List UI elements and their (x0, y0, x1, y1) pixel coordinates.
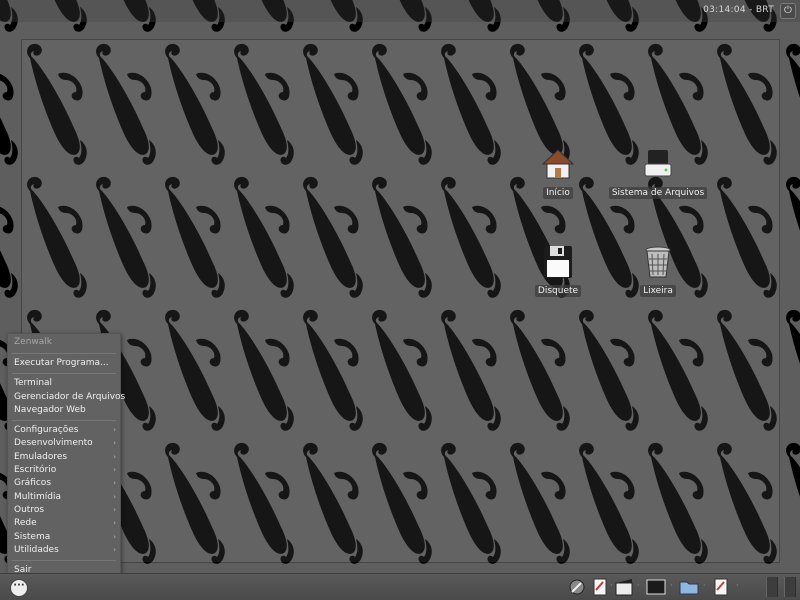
text-editor-icon[interactable] (590, 577, 610, 597)
desktop-icon-floppy[interactable]: Disquete (508, 244, 608, 297)
submenu-arrow-icon: › (113, 519, 116, 528)
separator-dot: · (670, 581, 673, 590)
desktop-icon-home[interactable]: Início (508, 146, 608, 199)
menu-item-graphics[interactable]: Gráficos › (8, 477, 120, 490)
menu-item-web-browser[interactable]: Navegador Web (8, 404, 120, 417)
menu-item-utilities[interactable]: Utilidades › (8, 544, 120, 557)
desktop-icon-trash[interactable]: Lixeira (608, 244, 708, 297)
menu-item-label: Utilidades (14, 544, 59, 555)
floppy-disk-icon (544, 246, 572, 278)
menu-item-office[interactable]: Escritório › (8, 464, 120, 477)
video-player-icon[interactable] (614, 577, 634, 597)
top-bar: 03:14:04 - BRT ⏻ (0, 0, 800, 22)
menu-item-label: Sistema (14, 531, 51, 542)
menu-item-run[interactable]: Executar Programa... (8, 357, 120, 370)
menu-item-file-manager[interactable]: Gerenciador de Arquivos (8, 391, 125, 404)
document-editor-icon[interactable] (711, 577, 731, 597)
desktop-icon-label: Disquete (534, 285, 582, 297)
menu-separator (12, 373, 116, 375)
separator-dot: · (703, 581, 706, 590)
submenu-arrow-icon: › (113, 492, 116, 501)
submenu-arrow-icon: › (113, 452, 116, 461)
bottom-panel: ··· · · · · · (0, 573, 800, 600)
menu-item-label: Emuladores (14, 451, 68, 462)
start-menu-button[interactable]: ··· (10, 579, 28, 597)
menu-item-label: Escritório (14, 465, 57, 476)
filesystem-drive-icon (644, 150, 672, 177)
menu-item-settings[interactable]: Configurações › (8, 424, 120, 437)
submenu-arrow-icon: › (113, 439, 116, 448)
menu-title: Zenwalk (14, 337, 52, 347)
power-icon[interactable]: ⏻ (780, 3, 796, 19)
desktop-icon-label: Início (543, 187, 573, 199)
menu-separator (12, 420, 116, 422)
terminal-icon[interactable] (646, 577, 666, 597)
separator-dot: · (610, 581, 613, 590)
menu-item-development[interactable]: Desenvolvimento › (8, 437, 120, 450)
menu-item-label: Configurações (14, 425, 79, 436)
desktop-area[interactable] (22, 40, 779, 562)
folder-icon[interactable] (679, 577, 699, 597)
panel-handle[interactable] (784, 577, 796, 597)
home-icon (541, 149, 575, 179)
menu-item-label: Desenvolvimento (14, 438, 93, 449)
settings-wrench-icon[interactable] (567, 577, 587, 597)
menu-separator (12, 560, 116, 562)
menu-item-label: Outros (14, 504, 45, 515)
clock[interactable]: 03:14:04 - BRT (703, 5, 774, 15)
menu-separator (12, 353, 116, 354)
menu-item-label: Multimídia (14, 491, 61, 502)
menu-item-others[interactable]: Outros › (8, 504, 120, 517)
separator-dot: · (736, 581, 739, 590)
menu-item-label: Gráficos (14, 478, 52, 489)
desktop-icon-filesystem[interactable]: Sistema de Arquivos (608, 146, 708, 199)
trash-icon (645, 246, 671, 278)
menu-item-system[interactable]: Sistema › (8, 531, 120, 544)
submenu-arrow-icon: › (113, 466, 116, 475)
panel-handle[interactable] (766, 577, 778, 597)
menu-item-label: Rede (14, 518, 37, 529)
separator-dot: · (637, 581, 640, 590)
menu-item-emulators[interactable]: Emuladores › (8, 451, 120, 464)
submenu-arrow-icon: › (113, 479, 116, 488)
submenu-arrow-icon: › (113, 545, 116, 554)
application-menu: Zenwalk Executar Programa... Terminal Ge… (7, 333, 125, 575)
desktop-icon-label: Sistema de Arquivos (608, 187, 708, 199)
submenu-arrow-icon: › (113, 426, 116, 435)
submenu-arrow-icon: › (113, 505, 116, 514)
menu-item-terminal[interactable]: Terminal (8, 377, 120, 390)
menu-item-multimedia[interactable]: Multimídia › (8, 491, 120, 504)
submenu-arrow-icon: › (113, 532, 116, 541)
desktop-icon-label: Lixeira (640, 285, 676, 297)
menu-item-network[interactable]: Rede › (8, 517, 120, 530)
